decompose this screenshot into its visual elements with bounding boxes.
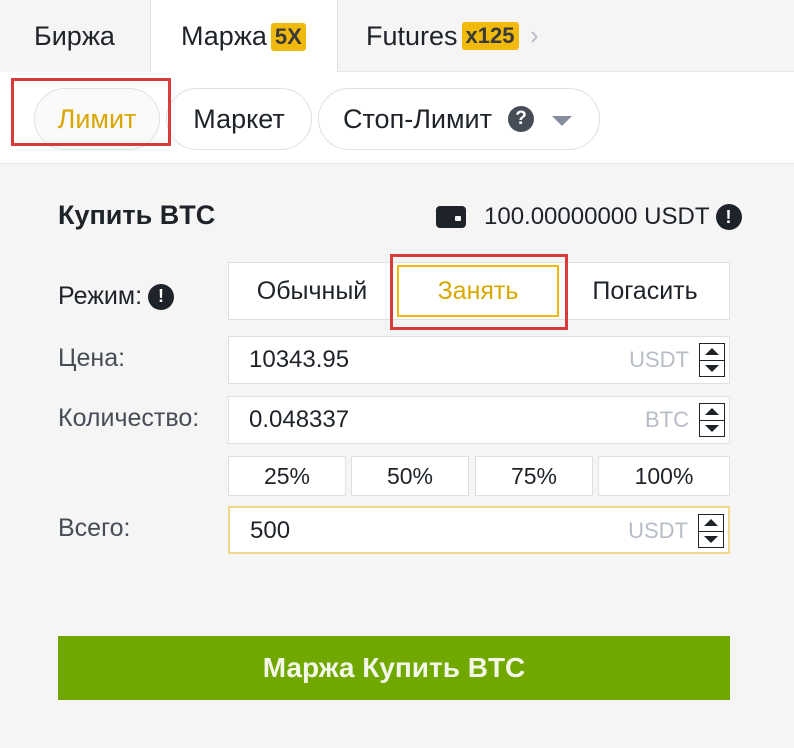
- amount-stepper[interactable]: [699, 403, 725, 437]
- total-value: 500: [250, 517, 291, 544]
- total-unit: USDT: [628, 518, 688, 543]
- trade-type-tabs: Биржа Маржа 5X Futures x125 ›: [0, 0, 794, 73]
- increment-icon[interactable]: [700, 344, 724, 360]
- order-type-stop-limit-label: Стоп-Лимит: [343, 103, 493, 134]
- decrement-icon[interactable]: [700, 419, 724, 437]
- order-type-stop-limit[interactable]: Стоп-Лимит ?: [318, 88, 600, 150]
- price-value: 10343.95: [249, 346, 350, 373]
- chevron-right-icon[interactable]: ›: [530, 20, 539, 51]
- increment-icon[interactable]: [700, 404, 724, 420]
- amount-unit: BTC: [645, 407, 689, 432]
- tab-exchange[interactable]: Биржа: [0, 0, 150, 72]
- wallet-icon: [436, 206, 466, 228]
- percent-25-button[interactable]: 25%: [228, 456, 346, 496]
- increment-icon[interactable]: [699, 515, 723, 531]
- chevron-down-icon[interactable]: [552, 116, 573, 126]
- order-type-market[interactable]: Маркет: [166, 88, 312, 150]
- decrement-icon[interactable]: [699, 530, 723, 548]
- highlight-box-limit: [11, 78, 171, 146]
- mode-normal-button[interactable]: Обычный: [229, 263, 395, 319]
- available-balance: 100.00000000 USDT !: [436, 200, 742, 234]
- total-field[interactable]: 500 USDT: [228, 506, 730, 554]
- price-unit: USDT: [629, 347, 689, 372]
- info-icon[interactable]: !: [715, 204, 742, 230]
- highlight-box-borrow: [390, 254, 568, 330]
- tab-futures-label: Futures: [366, 20, 458, 51]
- mode-info-icon[interactable]: !: [148, 283, 175, 310]
- amount-field[interactable]: 0.048337 BTC: [228, 396, 730, 444]
- price-field[interactable]: 10343.95 USDT: [228, 336, 730, 384]
- tab-futures[interactable]: Futures x125: [338, 0, 578, 72]
- buy-form: Купить BTC 100.00000000 USDT ! Режим: ! …: [0, 164, 794, 748]
- margin-buy-button[interactable]: Маржа Купить BTC: [58, 636, 730, 700]
- percent-50-button[interactable]: 50%: [351, 456, 469, 496]
- form-title: Купить BTC: [58, 200, 216, 230]
- percent-100-button[interactable]: 100%: [598, 456, 730, 496]
- price-label: Цена:: [58, 344, 126, 372]
- balance-value: 100.00000000 USDT: [484, 203, 710, 230]
- question-icon[interactable]: ?: [508, 106, 535, 132]
- mode-repay-button[interactable]: Погасить: [561, 263, 729, 319]
- margin-leverage-badge: 5X: [270, 22, 306, 51]
- tab-margin[interactable]: Маржа 5X: [150, 0, 338, 73]
- order-panel: Лимит Маркет Стоп-Лимит ? Купить BTC 100…: [0, 72, 794, 748]
- decrement-icon[interactable]: [700, 359, 724, 377]
- total-stepper[interactable]: [698, 514, 724, 548]
- tab-exchange-label: Биржа: [34, 20, 115, 51]
- amount-label: Количество:: [58, 404, 200, 432]
- percent-75-button[interactable]: 75%: [475, 456, 593, 496]
- price-stepper[interactable]: [699, 343, 725, 377]
- mode-label: Режим: !: [58, 282, 175, 311]
- amount-value: 0.048337: [249, 406, 350, 433]
- mode-label-text: Режим:: [58, 282, 143, 310]
- order-type-market-label: Маркет: [193, 103, 285, 134]
- order-type-selector: Лимит Маркет Стоп-Лимит ?: [0, 72, 794, 164]
- tab-margin-label: Маржа: [181, 21, 267, 51]
- futures-leverage-badge: x125: [461, 22, 519, 50]
- total-label: Всего:: [58, 514, 131, 542]
